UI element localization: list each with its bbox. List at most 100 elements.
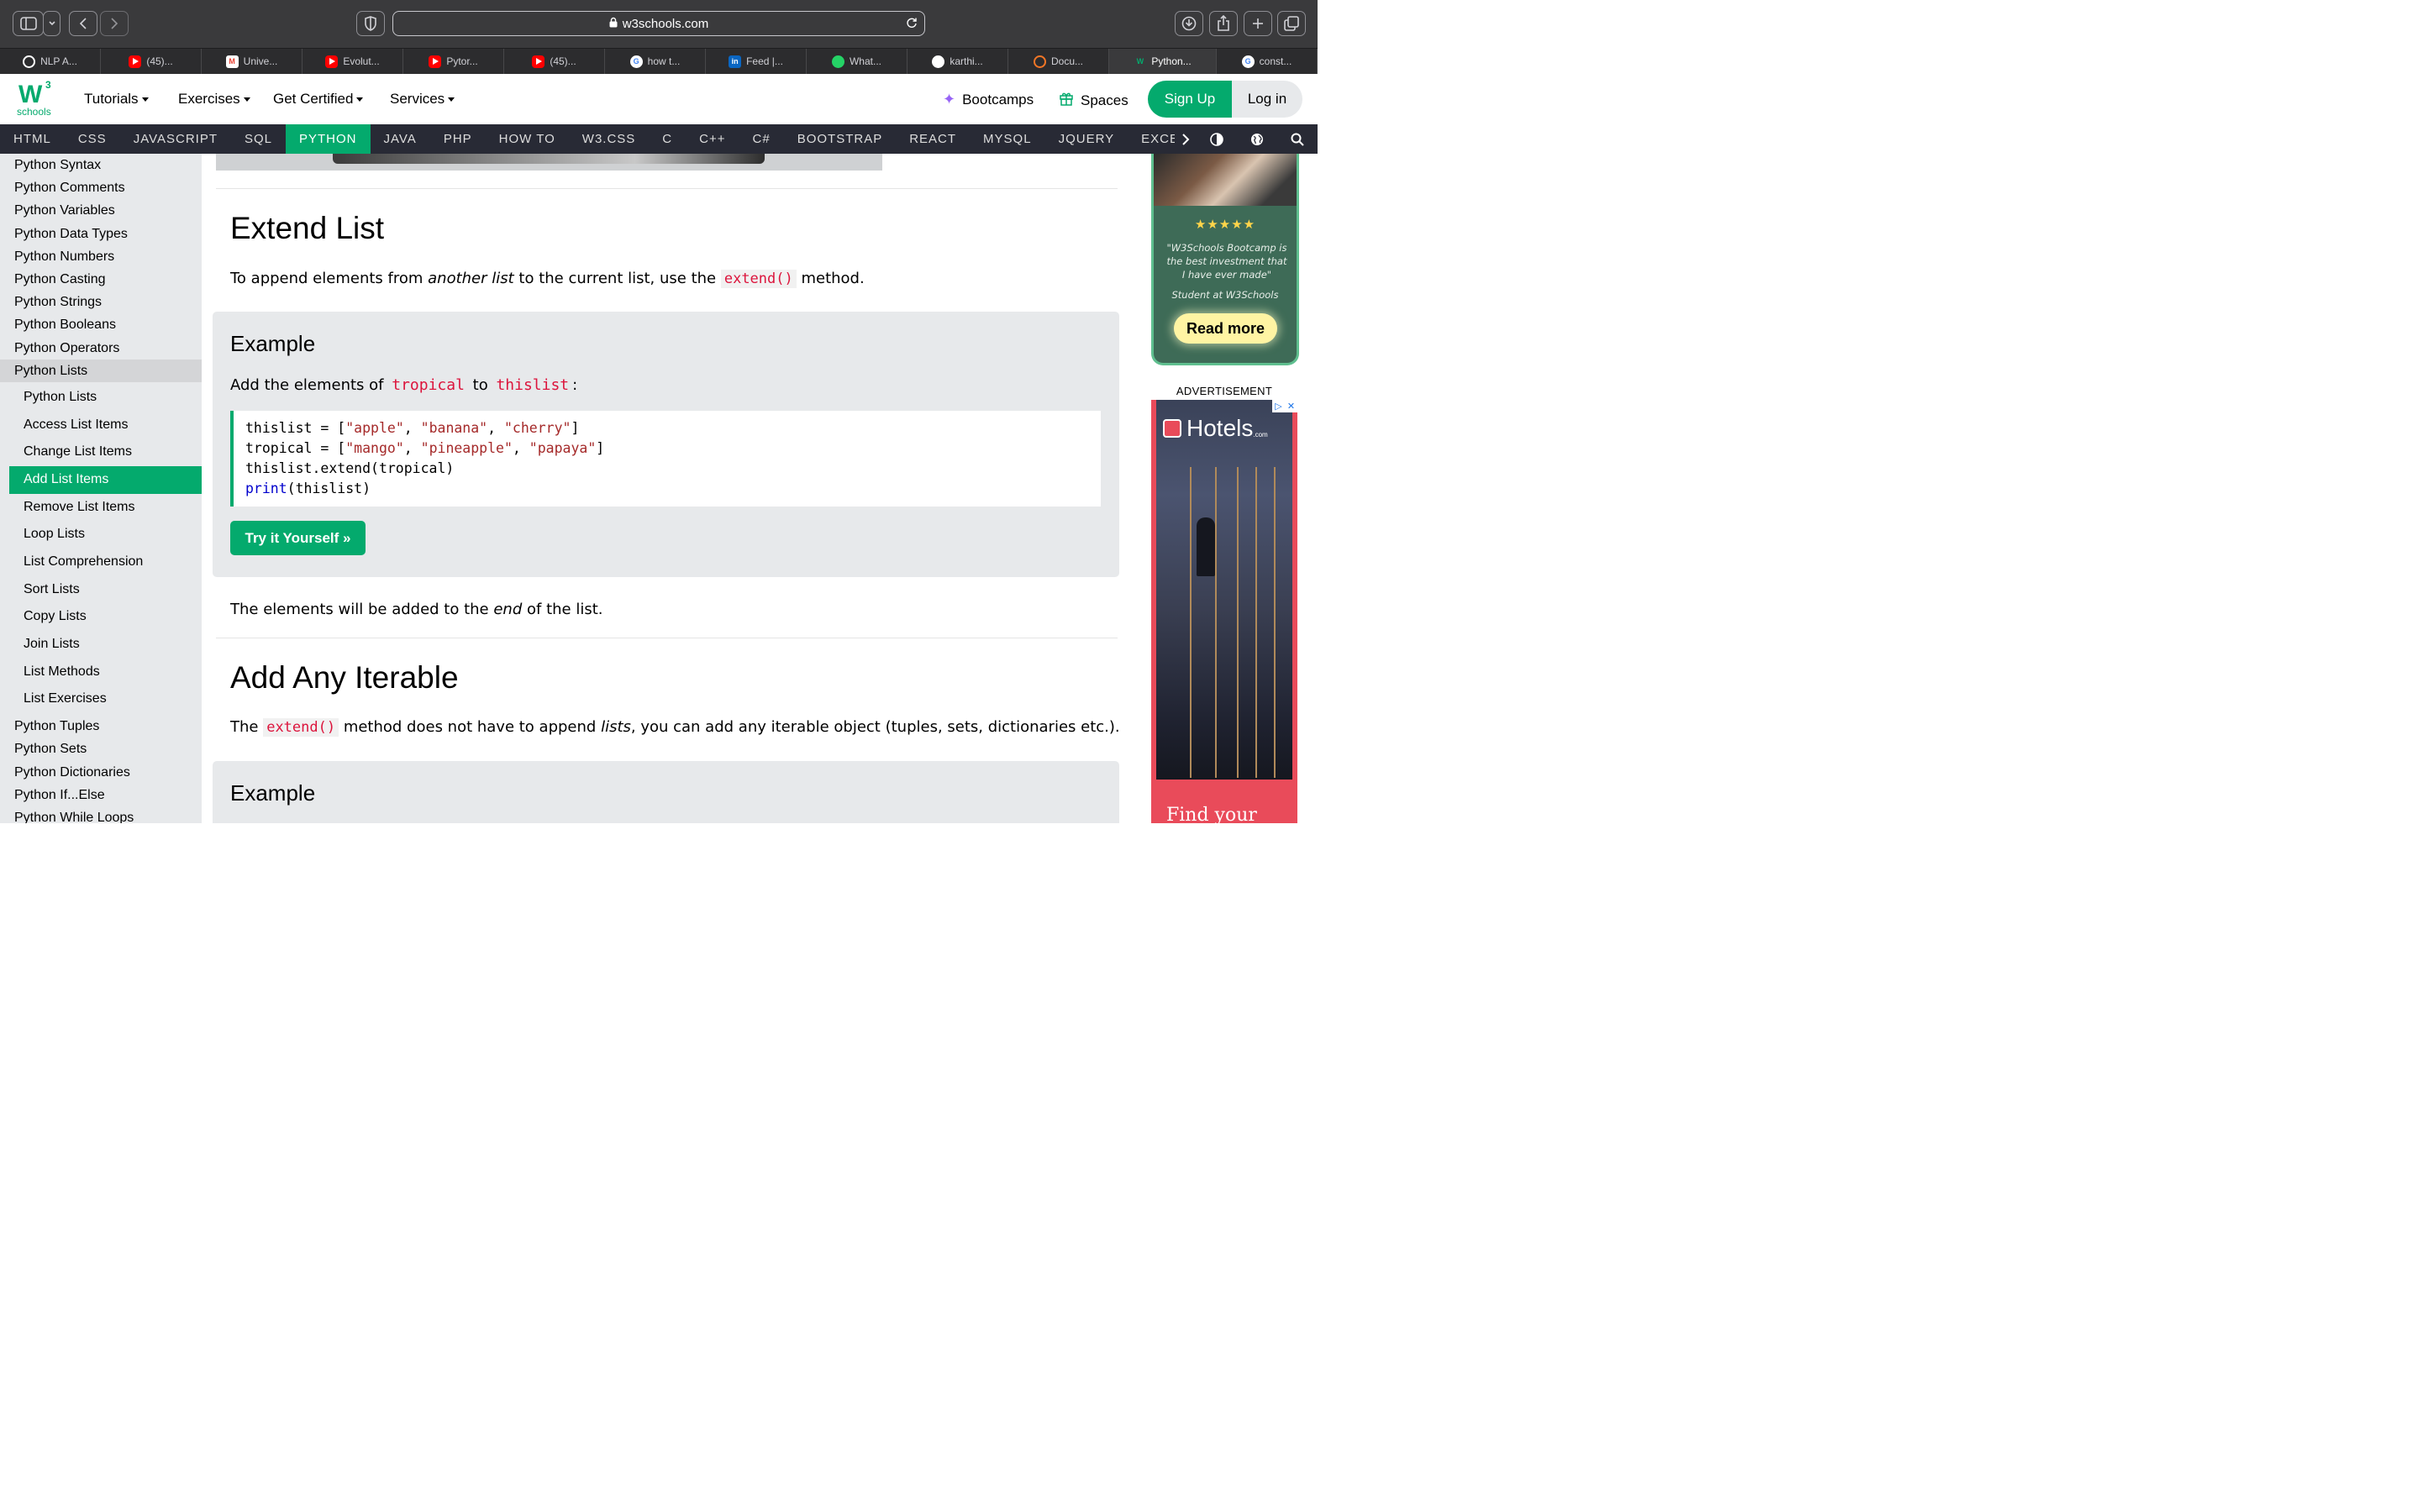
- inline-code: extend(): [263, 718, 339, 737]
- text: Add the elements of: [230, 376, 389, 394]
- browser-tab[interactable]: karthi...: [908, 49, 1008, 74]
- chevron-down-icon[interactable]: [43, 11, 60, 36]
- sidebar-subitem[interactable]: Sort Lists: [9, 576, 202, 604]
- subject-link[interactable]: HTML: [0, 124, 65, 154]
- text: of the list.: [522, 601, 603, 618]
- sidebar-subitem[interactable]: Loop Lists: [9, 521, 202, 549]
- browser-tab[interactable]: M Unive...: [202, 49, 302, 74]
- ad-close-icon[interactable]: ✕: [1285, 400, 1297, 412]
- w3schools-logo[interactable]: W 3 schools: [15, 79, 55, 118]
- code-text: (thislist): [287, 480, 371, 496]
- browser-tab[interactable]: Docu...: [1008, 49, 1109, 74]
- forward-icon[interactable]: [100, 11, 129, 36]
- subject-link[interactable]: JAVASCRIPT: [120, 124, 231, 154]
- spaces-link[interactable]: Spaces: [1059, 91, 1128, 110]
- subject-link[interactable]: C++: [686, 124, 739, 154]
- sidebar-subitem[interactable]: Change List Items: [9, 438, 202, 466]
- bootcamp-promo[interactable]: ★★★★★ "W3Schools Bootcamp is the best in…: [1151, 154, 1299, 365]
- browser-tab[interactable]: (45)...: [504, 49, 605, 74]
- sidebar-item[interactable]: Python Operators: [0, 337, 202, 360]
- browser-tab[interactable]: in Feed |...: [706, 49, 807, 74]
- sidebar-item[interactable]: Python Tuples: [0, 715, 202, 738]
- try-it-yourself-button[interactable]: Try it Yourself »: [230, 521, 366, 555]
- chevron-right-icon[interactable]: [1175, 133, 1197, 145]
- caret-down-icon: [243, 97, 250, 102]
- browser-tab[interactable]: W Python...: [1109, 49, 1217, 74]
- subject-link[interactable]: MYSQL: [970, 124, 1045, 154]
- sidebar-item[interactable]: Python Sets: [0, 738, 202, 760]
- subject-link[interactable]: C#: [739, 124, 784, 154]
- sidebar-subitem[interactable]: Join Lists: [9, 631, 202, 659]
- subject-link[interactable]: PYTHON: [286, 124, 371, 154]
- subject-link[interactable]: W3.CSS: [569, 124, 650, 154]
- sidebar-toggle-icon[interactable]: [13, 11, 44, 36]
- youtube-icon: [129, 55, 142, 68]
- address-bar[interactable]: w3schools.com: [392, 11, 925, 36]
- menu-get-certified[interactable]: Get Certified: [273, 91, 364, 108]
- menu-tutorials[interactable]: Tutorials: [84, 91, 149, 108]
- subject-link[interactable]: SQL: [231, 124, 286, 154]
- inline-code: extend(): [720, 270, 797, 288]
- browser-tab[interactable]: Evolut...: [302, 49, 403, 74]
- subject-link[interactable]: PHP: [430, 124, 486, 154]
- new-tab-icon[interactable]: [1244, 11, 1272, 36]
- sidebar-subitem[interactable]: Remove List Items: [9, 494, 202, 522]
- browser-tab[interactable]: Gconst...: [1217, 49, 1318, 74]
- browser-tab[interactable]: Pytor...: [403, 49, 504, 74]
- browser-tab[interactable]: NLP A...: [0, 49, 101, 74]
- browser-tab[interactable]: What...: [807, 49, 908, 74]
- sidebar-item-python-lists[interactable]: Python Lists: [0, 359, 202, 382]
- hotels-logo-icon: [1163, 419, 1181, 438]
- sidebar-subitem[interactable]: List Methods: [9, 659, 202, 686]
- ad-info-icon[interactable]: ▷: [1272, 400, 1285, 412]
- hotels-ad[interactable]: Hotels .com ▷ ✕ Find your: [1151, 400, 1297, 823]
- menu-exercises[interactable]: Exercises: [178, 91, 250, 108]
- subject-list: HTML CSS JAVASCRIPT SQL PYTHON JAVA PHP HOW TO W…: [0, 124, 1200, 154]
- browser-tab[interactable]: Ghow t...: [605, 49, 706, 74]
- reload-icon[interactable]: [906, 17, 918, 32]
- globe-icon[interactable]: [1237, 133, 1277, 146]
- sidebar-subitem[interactable]: Python Lists: [9, 384, 202, 412]
- bootcamps-link[interactable]: ✦ Bootcamps: [943, 91, 1034, 108]
- sidebar-item[interactable]: Python Data Types: [0, 223, 202, 245]
- search-icon[interactable]: [1277, 133, 1318, 146]
- sidebar-item[interactable]: Python Dictionaries: [0, 761, 202, 784]
- sidebar-item[interactable]: Python Comments: [0, 176, 202, 199]
- tab-overview-icon[interactable]: [1277, 11, 1306, 36]
- subject-link[interactable]: C: [649, 124, 686, 154]
- log-in-button[interactable]: Log in: [1232, 81, 1302, 118]
- sidebar-item[interactable]: Python Variables: [0, 199, 202, 222]
- download-icon[interactable]: [1175, 11, 1203, 36]
- sidebar-item[interactable]: Python While Loops: [0, 806, 202, 823]
- back-icon[interactable]: [69, 11, 97, 36]
- ad-choices[interactable]: ▷ ✕: [1272, 400, 1297, 412]
- subject-link[interactable]: JQUERY: [1045, 124, 1128, 154]
- subject-link[interactable]: JAVA: [371, 124, 430, 154]
- contrast-icon[interactable]: [1197, 132, 1237, 146]
- tab-title: NLP A...: [40, 55, 77, 67]
- subject-link[interactable]: HOW TO: [486, 124, 569, 154]
- browser-tab[interactable]: (45)...: [101, 49, 202, 74]
- sidebar-item[interactable]: Python Syntax: [0, 154, 202, 176]
- example-box: Example Add the elements of tropical to …: [213, 312, 1119, 577]
- subject-link[interactable]: CSS: [65, 124, 120, 154]
- sidebar-item[interactable]: Python If...Else: [0, 784, 202, 806]
- sidebar-item[interactable]: Python Numbers: [0, 245, 202, 268]
- subject-link[interactable]: BOOTSTRAP: [784, 124, 897, 154]
- sign-up-button[interactable]: Sign Up: [1148, 81, 1232, 118]
- sidebar-subitem[interactable]: Access List Items: [9, 412, 202, 439]
- sidebar-subitem[interactable]: Copy Lists: [9, 603, 202, 631]
- read-more-button[interactable]: Read more: [1174, 313, 1277, 344]
- subject-link[interactable]: REACT: [896, 124, 970, 154]
- sidebar-item[interactable]: Python Booleans: [0, 313, 202, 336]
- sidebar-item[interactable]: Python Strings: [0, 291, 202, 313]
- menu-services[interactable]: Services: [390, 91, 455, 108]
- sidebar-subitem[interactable]: List Exercises: [9, 685, 202, 713]
- sidebar-item[interactable]: Python Casting: [0, 268, 202, 291]
- code-string: "banana": [420, 420, 488, 436]
- privacy-shield-icon[interactable]: [356, 11, 385, 36]
- logo-sup: 3: [45, 79, 51, 91]
- share-icon[interactable]: [1209, 11, 1238, 36]
- sidebar-subitem[interactable]: List Comprehension: [9, 549, 202, 576]
- sidebar-subitem[interactable]: Add List Items: [9, 465, 202, 494]
